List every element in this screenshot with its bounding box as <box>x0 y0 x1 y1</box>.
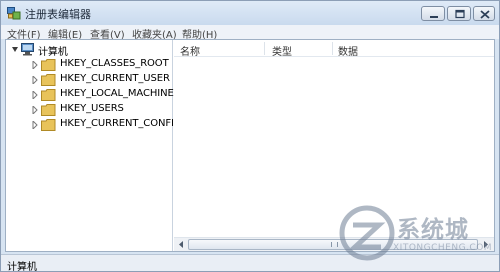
tree-item-hkcc[interactable]: HKEY_CURRENT_CONFIG <box>32 118 182 132</box>
expander-open-icon[interactable] <box>12 46 18 54</box>
window-title: 注册表编辑器 <box>25 8 91 21</box>
folder-icon <box>41 119 56 131</box>
expander-closed-icon[interactable] <box>32 106 38 114</box>
tree-item-hklm[interactable]: HKEY_LOCAL_MACHINE <box>32 88 174 102</box>
column-header-type[interactable]: 类型 <box>272 43 292 58</box>
close-button[interactable] <box>473 6 495 21</box>
tree-item-hku[interactable]: HKEY_USERS <box>32 103 172 117</box>
registry-editor-window: 注册表编辑器 文件(F) 编辑(E) 查看(V) 收藏夹(A) 帮助(H) 计算… <box>0 0 500 272</box>
scroll-left-icon[interactable] <box>174 238 188 251</box>
column-divider[interactable] <box>332 42 333 55</box>
tree-item-label: HKEY_CLASSES_ROOT <box>60 58 169 69</box>
watermark-text: 系统城 <box>397 217 469 243</box>
expander-closed-icon[interactable] <box>32 76 38 84</box>
minimize-button[interactable] <box>421 6 445 21</box>
tree-item-label: HKEY_CURRENT_USER <box>60 73 170 84</box>
expander-closed-icon[interactable] <box>32 121 38 129</box>
maximize-icon <box>455 9 465 19</box>
minimize-icon <box>430 16 438 18</box>
status-text: 计算机 <box>7 262 37 272</box>
tree-root-computer[interactable]: 计算机 <box>12 43 162 58</box>
column-header-name[interactable]: 名称 <box>180 43 200 58</box>
tree-item-hkcu[interactable]: HKEY_CURRENT_USER <box>32 73 172 87</box>
registry-tree: 计算机 HKEY_CLASSES_ROOT HKEY_CURRENT_USER … <box>6 40 182 251</box>
column-headers: 名称 类型 数据 <box>174 40 494 58</box>
watermark-subtext: XITONGCHENG.COM <box>393 243 493 253</box>
tree-root-label: 计算机 <box>38 47 68 58</box>
expander-closed-icon[interactable] <box>32 61 38 69</box>
folder-icon <box>41 89 56 101</box>
column-divider[interactable] <box>264 42 265 55</box>
watermark-logo-icon <box>339 205 395 261</box>
site-watermark: 系统城 XITONGCHENG.COM <box>331 203 499 269</box>
expander-closed-icon[interactable] <box>32 91 38 99</box>
close-icon <box>480 10 490 19</box>
title-bar[interactable]: 注册表编辑器 <box>1 1 499 25</box>
maximize-button[interactable] <box>447 6 471 21</box>
folder-icon <box>41 59 56 71</box>
computer-icon <box>21 43 34 56</box>
tree-item-label: HKEY_LOCAL_MACHINE <box>60 88 174 99</box>
tree-item-label: HKEY_USERS <box>60 103 124 114</box>
folder-icon <box>41 104 56 116</box>
column-header-data[interactable]: 数据 <box>338 43 358 58</box>
tree-item-hkcr[interactable]: HKEY_CLASSES_ROOT <box>32 58 172 72</box>
regedit-icon <box>7 7 21 20</box>
folder-icon <box>41 74 56 86</box>
tree-item-label: HKEY_CURRENT_CONFIG <box>60 118 182 129</box>
menu-bar: 文件(F) 编辑(E) 查看(V) 收藏夹(A) 帮助(H) <box>1 25 499 41</box>
